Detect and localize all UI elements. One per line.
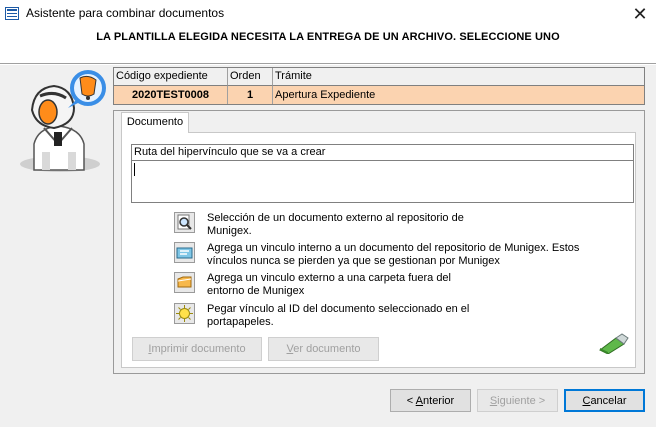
record-grid: Código expediente Orden Trámite 2020TEST… <box>113 67 645 105</box>
close-button[interactable]: ✕ <box>626 3 654 25</box>
cell-tramite[interactable]: Apertura Expediente <box>273 85 644 104</box>
form-window-icon <box>5 7 19 20</box>
assistant-mascot-icon <box>20 70 106 172</box>
header-instruction: LA PLANTILLA ELEGIDA NECESITA LA ENTREGA… <box>96 31 560 43</box>
option-external-document-text: Selección de un documento externo al rep… <box>207 212 464 237</box>
cancel-button[interactable]: Cancelar <box>564 389 645 412</box>
tab-documento[interactable]: Documento <box>121 112 189 133</box>
usb-drive-icon <box>599 333 629 354</box>
internal-link-icon[interactable] <box>174 242 195 263</box>
paste-id-icon[interactable] <box>174 303 195 324</box>
previous-button[interactable]: < Anterior <box>390 389 471 412</box>
folder-link-icon[interactable] <box>174 272 195 293</box>
next-button[interactable]: Siguiente > <box>477 389 558 412</box>
hyperlink-path-input[interactable] <box>131 160 634 203</box>
header-divider-highlight <box>0 64 656 65</box>
column-header-tramite: Trámite <box>273 68 644 85</box>
view-document-button[interactable]: Ver documento <box>268 337 379 361</box>
magnifier-document-icon[interactable] <box>174 212 195 233</box>
option-internal-link-text: Agrega un vinculo interno a un documento… <box>207 242 580 267</box>
column-header-orden: Orden <box>228 68 273 85</box>
hyperlink-path-label: Ruta del hipervínculo que se va a crear <box>131 144 634 161</box>
cell-codigo[interactable]: 2020TEST0008 <box>114 85 228 104</box>
cell-orden[interactable]: 1 <box>228 85 273 104</box>
option-paste-id-text: Pegar vínculo al ID del documento selecc… <box>207 303 470 328</box>
column-header-codigo: Código expediente <box>114 68 228 85</box>
option-folder-link-text: Agrega un vinculo externo a una carpeta … <box>207 272 451 297</box>
window-title: Asistente para combinar documentos <box>26 6 225 20</box>
print-document-button[interactable]: Imprimir documento <box>132 337 262 361</box>
text-caret <box>134 163 135 176</box>
